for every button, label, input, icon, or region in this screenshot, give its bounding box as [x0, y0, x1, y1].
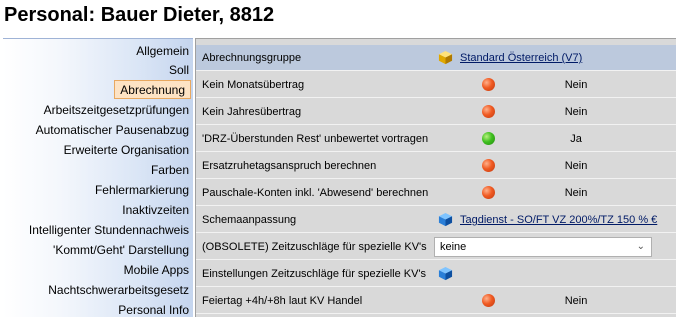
status-red-icon[interactable]	[482, 294, 495, 307]
select-value: keine	[440, 241, 467, 253]
sidebar-item-kommt-geht-darstellung[interactable]: 'Kommt/Geht' Darstellung	[53, 241, 189, 260]
settings-row-feiertag-kv-handel: Feiertag +4h/+8h laut KV Handel Nein	[196, 288, 676, 314]
blue-cube-icon[interactable]	[438, 266, 453, 281]
sidebar-item-mobile-apps[interactable]: Mobile Apps	[124, 261, 189, 280]
sidebar-item-abrechnung[interactable]: Abrechnung	[114, 80, 191, 99]
settings-row-kein-monatsuebertrag: Kein Monatsübertrag Nein	[196, 72, 676, 98]
settings-row-obsolete-zeitzuschlaege: (OBSOLETE) Zeitzuschläge für spezielle K…	[196, 234, 676, 260]
row-label: Schemaanpassung	[202, 214, 297, 226]
schemaanpassung-link[interactable]: Tagdienst - SO/FT VZ 200%/TZ 150 % €	[460, 207, 657, 233]
sidebar-item-intelligenter-stundennachweis[interactable]: Intelligenter Stundennachweis	[29, 221, 189, 240]
settings-row-schemaanpassung: Schemaanpassung Tagdienst - SO/FT VZ 200…	[196, 207, 676, 233]
blue-cube-icon	[438, 212, 453, 227]
row-value: Nein	[564, 79, 588, 91]
settings-row-drz-ueberstunden: 'DRZ-Überstunden Rest' unbewertet vortra…	[196, 126, 676, 152]
sidebar-item-inaktivzeiten[interactable]: Inaktivzeiten	[122, 201, 189, 220]
status-red-icon[interactable]	[482, 78, 495, 91]
row-value: Nein	[564, 295, 588, 307]
row-label: Feiertag +4h/+8h laut KV Handel	[202, 295, 363, 307]
status-red-icon[interactable]	[482, 159, 495, 172]
sidebar-item-soll[interactable]: Soll	[169, 61, 189, 80]
status-red-icon[interactable]	[482, 186, 495, 199]
row-label: Kein Jahresübertrag	[202, 106, 302, 118]
sidebar-item-erweiterte-organisation[interactable]: Erweiterte Organisation	[64, 141, 189, 160]
sidebar-item-fehlermarkierung[interactable]: Fehlermarkierung	[95, 181, 189, 200]
gold-cube-icon	[438, 50, 453, 65]
sidebar-nav: Allgemein Soll Abrechnung Arbeitszeitges…	[3, 38, 193, 317]
settings-row-pauschale-konten: Pauschale-Konten inkl. 'Abwesend' berech…	[196, 180, 676, 206]
sidebar-item-automatischer-pausenabzug[interactable]: Automatischer Pausenabzug	[36, 121, 189, 140]
row-label: Kein Monatsübertrag	[202, 79, 305, 91]
settings-row-kein-jahresuebertrag: Kein Jahresübertrag Nein	[196, 99, 676, 125]
sidebar-item-allgemein[interactable]: Allgemein	[136, 42, 189, 61]
status-green-icon[interactable]	[482, 132, 495, 145]
row-label: Abrechnungsgruppe	[202, 52, 302, 64]
settings-row-einstellungen-zeitzuschlaege: Einstellungen Zeitzuschläge für speziell…	[196, 261, 676, 287]
sidebar-item-arbeitszeitgesetzpruefungen[interactable]: Arbeitszeitgesetzprüfungen	[44, 101, 189, 120]
row-value: Nein	[564, 187, 588, 199]
sidebar-item-nachtschwerarbeitsgesetz[interactable]: Nachtschwerarbeitsgesetz	[48, 281, 189, 300]
row-label: 'DRZ-Überstunden Rest' unbewertet vortra…	[202, 133, 429, 145]
zeitzuschlaege-select[interactable]: keine ⌄	[434, 237, 652, 257]
row-value: Nein	[564, 106, 588, 118]
row-label: Einstellungen Zeitzuschläge für speziell…	[202, 268, 427, 280]
row-value: Nein	[564, 160, 588, 172]
settings-row-abrechnungsgruppe: Abrechnungsgruppe Standard Österreich (V…	[196, 45, 676, 71]
chevron-down-icon: ⌄	[636, 241, 645, 252]
abrechnungsgruppe-link[interactable]: Standard Österreich (V7)	[460, 45, 582, 71]
status-red-icon[interactable]	[482, 105, 495, 118]
row-label: Ersatzruhetagsanspruch berechnen	[202, 160, 377, 172]
page-title: Personal: Bauer Dieter, 8812	[4, 4, 275, 26]
settings-row-ersatzruhetagsanspruch: Ersatzruhetagsanspruch berechnen Nein	[196, 153, 676, 179]
sidebar-item-farben[interactable]: Farben	[151, 161, 189, 180]
sidebar-item-personal-info[interactable]: Personal Info	[118, 301, 189, 317]
settings-grid: Abrechnungsgruppe Standard Österreich (V…	[195, 38, 676, 317]
row-value: Ja	[570, 133, 582, 145]
row-label: Pauschale-Konten inkl. 'Abwesend' berech…	[202, 187, 429, 199]
row-label: (OBSOLETE) Zeitzuschläge für spezielle K…	[202, 241, 427, 253]
